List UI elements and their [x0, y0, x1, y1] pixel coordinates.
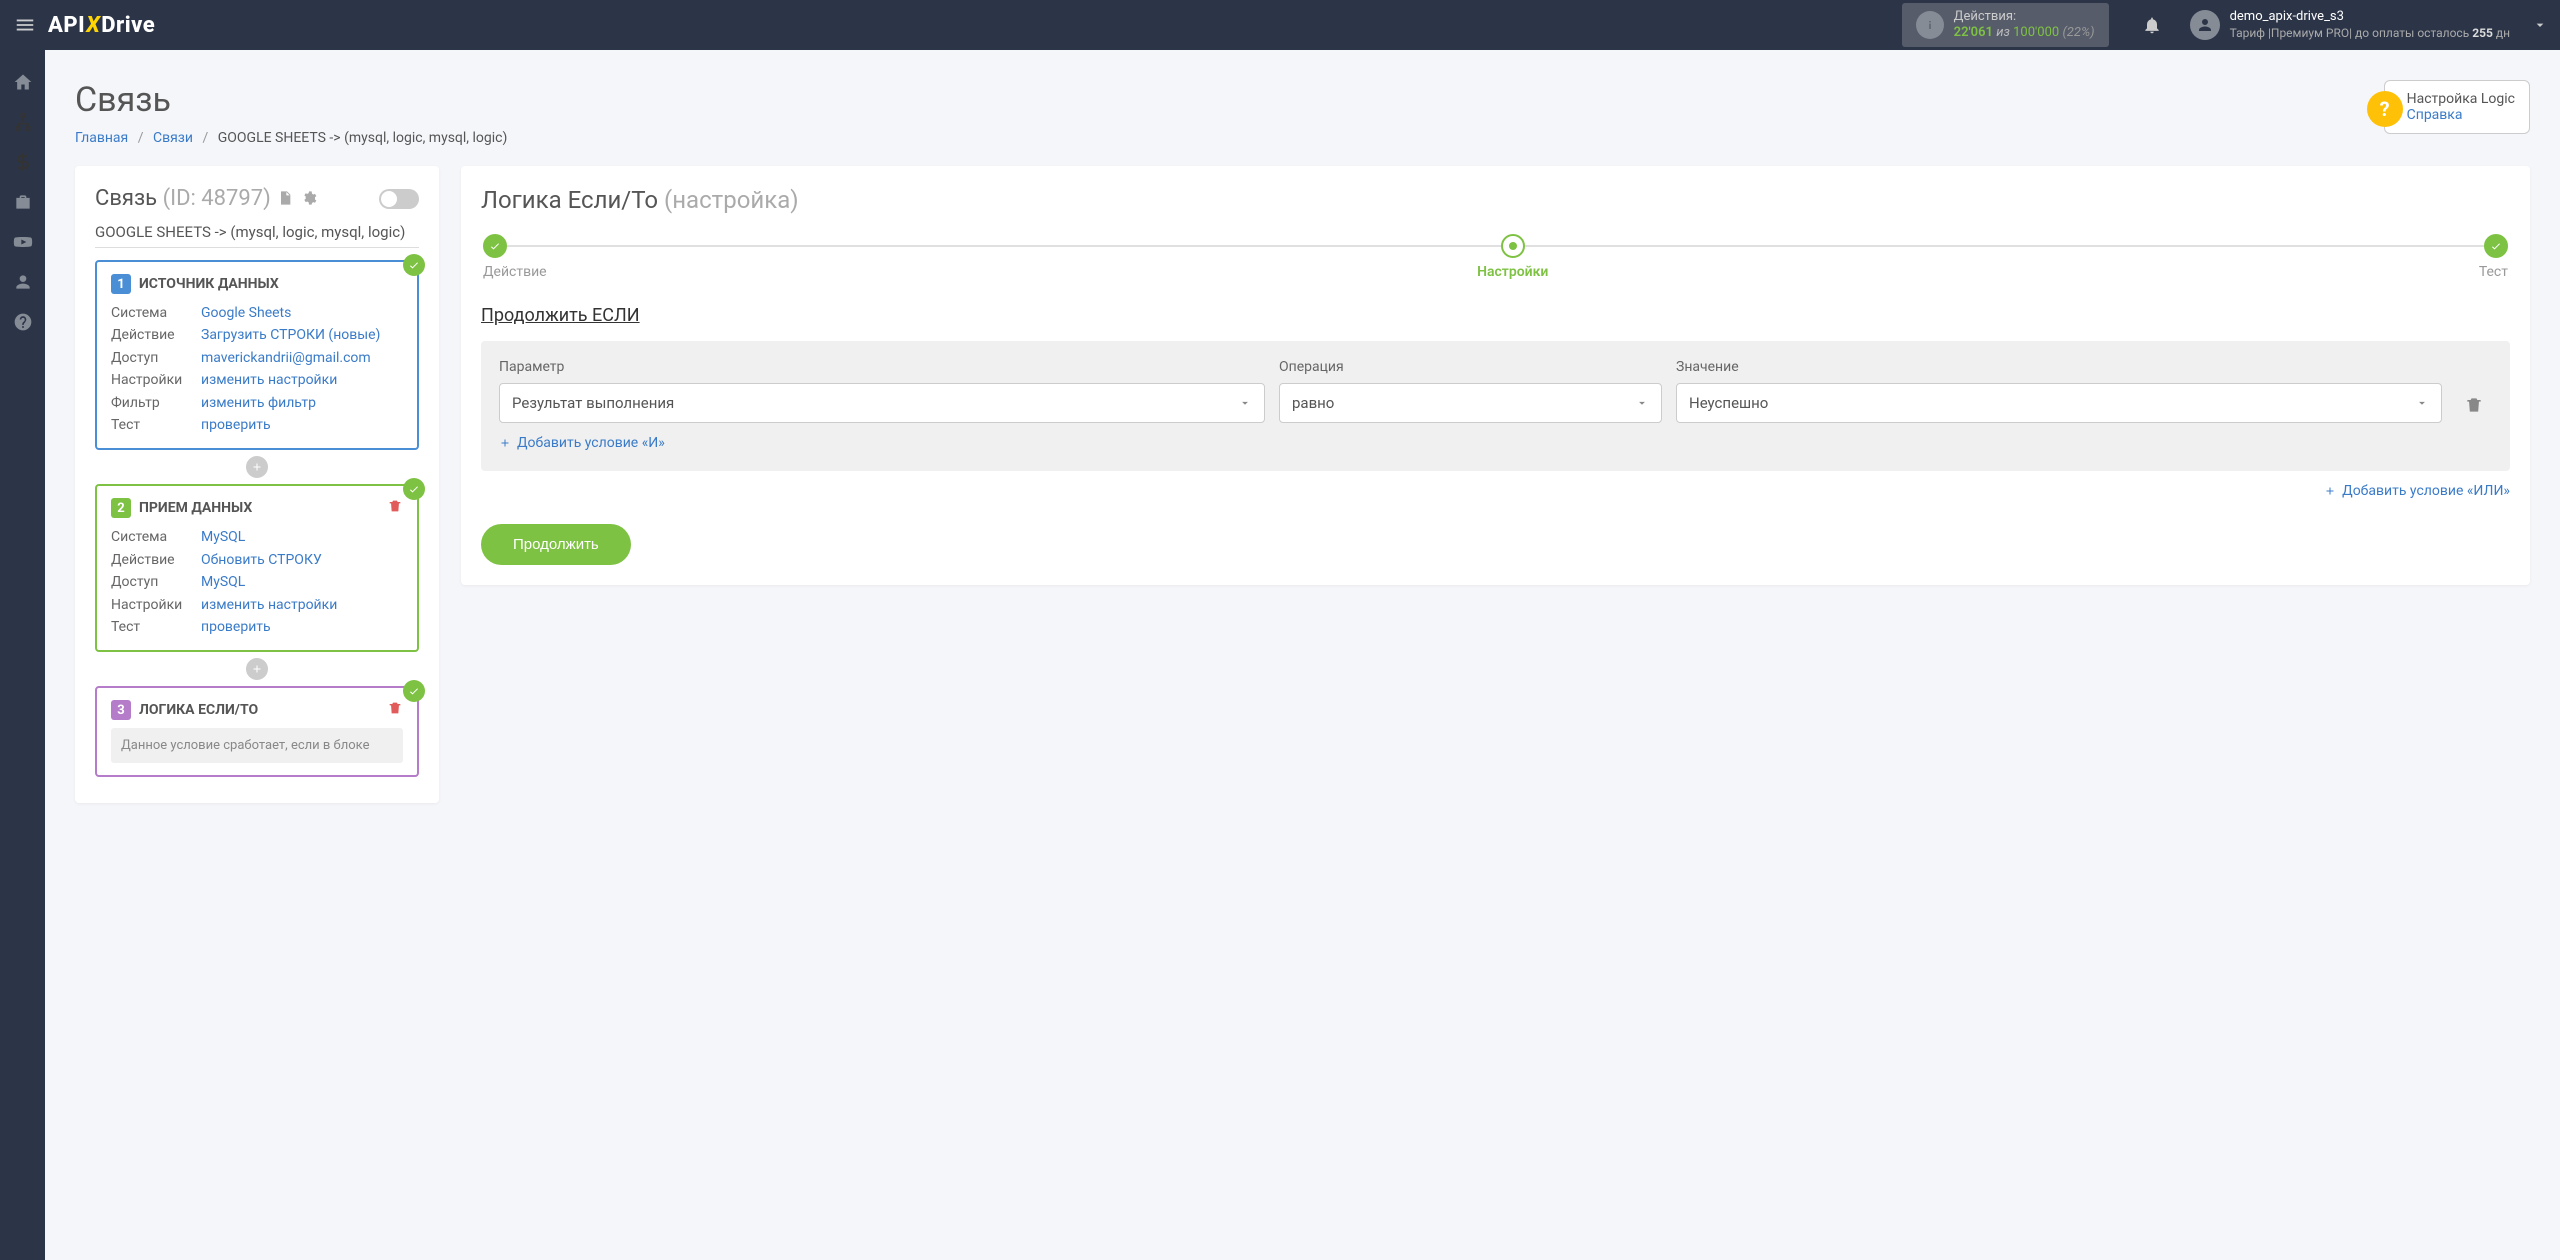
logic-title: ЛОГИКА ЕСЛИ/ТО — [139, 702, 258, 718]
connection-panel: Связь (ID: 48797) GOOGLE SHEETS -> (mysq… — [75, 166, 439, 803]
dest-system[interactable]: MySQL — [201, 526, 245, 548]
actions-counter[interactable]: Действия: 22'061 из 100'000 (22%) — [1902, 3, 2109, 47]
source-access[interactable]: maverickandrii@gmail.com — [201, 347, 371, 369]
sidebar-help[interactable] — [0, 302, 45, 342]
val-select[interactable]: Неуспешно — [1676, 383, 2442, 423]
dest-test[interactable]: проверить — [201, 616, 271, 638]
param-select[interactable]: Результат выполнения — [499, 383, 1265, 423]
sidebar — [0, 50, 45, 1260]
add-or-button[interactable]: Добавить условие «ИЛИ» — [2324, 483, 2510, 499]
step-action[interactable] — [483, 234, 507, 258]
user-menu[interactable]: demo_apix-drive_s3 Тариф |Премиум PRO| д… — [2190, 9, 2510, 41]
breadcrumb: Главная / Связи / GOOGLE SHEETS -> (mysq… — [75, 130, 507, 146]
source-action[interactable]: Загрузить СТРОКИ (новые) — [201, 324, 380, 346]
delete-icon[interactable] — [387, 498, 403, 518]
param-label: Параметр — [499, 359, 1265, 375]
logic-block[interactable]: 3ЛОГИКА ЕСЛИ/ТО Данное условие сработает… — [95, 686, 419, 777]
main-content: Связь Главная / Связи / GOOGLE SHEETS ->… — [45, 50, 2560, 833]
check-icon — [403, 478, 425, 500]
op-label: Операция — [1279, 359, 1662, 375]
add-step-button[interactable] — [246, 658, 268, 680]
avatar-icon — [2190, 10, 2220, 40]
logic-info: Данное условие сработает, если в блоке — [111, 728, 403, 763]
source-system[interactable]: Google Sheets — [201, 302, 291, 324]
sidebar-billing[interactable] — [0, 142, 45, 182]
source-title: ИСТОЧНИК ДАННЫХ — [139, 276, 279, 292]
remove-condition-button[interactable] — [2456, 395, 2492, 423]
add-and-button[interactable]: Добавить условие «И» — [499, 435, 665, 451]
actions-label: Действия: — [1954, 9, 2095, 25]
sidebar-briefcase[interactable] — [0, 182, 45, 222]
sidebar-youtube[interactable] — [0, 222, 45, 262]
destination-block[interactable]: 2ПРИЕМ ДАННЫХ СистемаMySQL ДействиеОбнов… — [95, 484, 419, 652]
enable-toggle[interactable] — [379, 189, 419, 209]
settings-panel: Логика Если/То (настройка) Действие Наст… — [461, 166, 2530, 585]
step-test[interactable] — [2484, 234, 2508, 258]
breadcrumb-home[interactable]: Главная — [75, 130, 128, 146]
op-select[interactable]: равно — [1279, 383, 1662, 423]
connection-title: Связь (ID: 48797) — [95, 186, 271, 211]
val-label: Значение — [1676, 359, 2442, 375]
sidebar-profile[interactable] — [0, 262, 45, 302]
breadcrumb-current: GOOGLE SHEETS -> (mysql, logic, mysql, l… — [218, 130, 508, 146]
check-icon — [403, 680, 425, 702]
help-icon: ? — [2367, 91, 2403, 127]
breadcrumb-links[interactable]: Связи — [153, 130, 193, 146]
page-title: Связь — [75, 80, 507, 120]
dest-access[interactable]: MySQL — [201, 571, 245, 593]
source-settings[interactable]: изменить настройки — [201, 369, 337, 391]
tariff-info: Тариф |Премиум PRO| до оплаты осталось 2… — [2230, 26, 2510, 42]
connection-subtitle: GOOGLE SHEETS -> (mysql, logic, mysql, l… — [95, 223, 419, 248]
check-icon — [403, 254, 425, 276]
stepper: Действие Настройки Тест — [481, 234, 2510, 280]
condition-block: Параметр Результат выполнения Операция р… — [481, 341, 2510, 471]
gear-icon[interactable] — [301, 190, 319, 208]
help-title: Настройка Logic — [2407, 91, 2515, 107]
expand-button[interactable] — [2520, 17, 2560, 33]
condition-title: Продолжить ЕСЛИ — [481, 305, 2510, 326]
help-link[interactable]: Справка — [2407, 107, 2515, 123]
help-box: ? Настройка Logic Справка — [2384, 80, 2530, 134]
dest-title: ПРИЕМ ДАННЫХ — [139, 500, 252, 516]
dest-settings[interactable]: изменить настройки — [201, 594, 337, 616]
header: APIXDrive Действия: 22'061 из 100'000 (2… — [0, 0, 2560, 50]
info-icon — [1916, 11, 1944, 39]
dest-action[interactable]: Обновить СТРОКУ — [201, 549, 322, 571]
source-test[interactable]: проверить — [201, 414, 271, 436]
source-block[interactable]: 1ИСТОЧНИК ДАННЫХ СистемаGoogle Sheets Де… — [95, 260, 419, 450]
add-step-button[interactable] — [246, 456, 268, 478]
step-settings[interactable] — [1501, 234, 1525, 258]
continue-button[interactable]: Продолжить — [481, 524, 631, 565]
menu-button[interactable] — [10, 10, 40, 40]
user-name: demo_apix-drive_s3 — [2230, 9, 2510, 26]
source-filter[interactable]: изменить фильтр — [201, 392, 316, 414]
sidebar-connections[interactable] — [0, 102, 45, 142]
logo[interactable]: APIXDrive — [48, 13, 155, 38]
settings-title: Логика Если/То (настройка) — [481, 186, 2510, 214]
copy-icon[interactable] — [277, 190, 295, 208]
delete-icon[interactable] — [387, 700, 403, 720]
notifications-button[interactable] — [2134, 15, 2170, 35]
sidebar-home[interactable] — [0, 62, 45, 102]
